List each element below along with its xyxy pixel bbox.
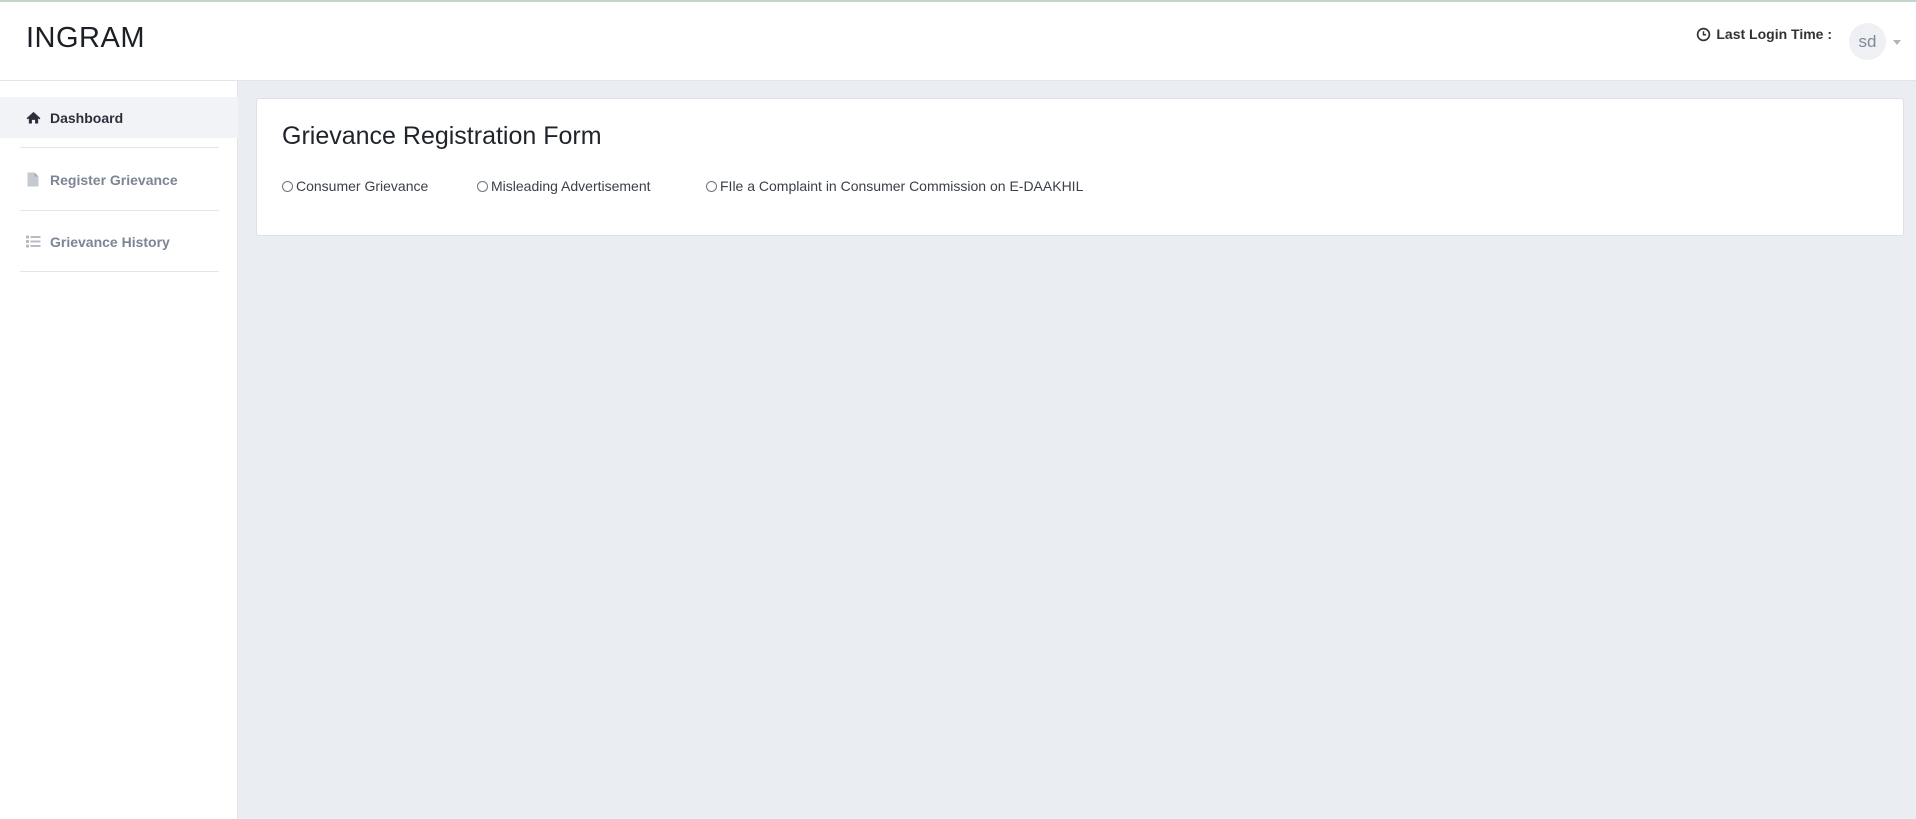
sidebar-item-label: Register Grievance	[50, 171, 178, 188]
grievance-form-card: Grievance Registration Form Consumer Gri…	[256, 98, 1904, 236]
avatar[interactable]: sd	[1849, 23, 1886, 60]
radio-button[interactable]	[706, 180, 717, 192]
last-login-info: Last Login Time :	[1696, 26, 1832, 42]
sidebar: Dashboard Register Grievance Grievance H…	[0, 81, 238, 819]
clock-icon	[1696, 27, 1711, 42]
home-icon	[25, 110, 41, 126]
e-daakhil-complaint-radio[interactable]: FIle a Complaint in Consumer Commission …	[706, 178, 1083, 194]
sidebar-divider	[20, 147, 219, 148]
sidebar-item-label: Grievance History	[50, 233, 170, 250]
misleading-advertisement-radio[interactable]: Misleading Advertisement	[477, 178, 651, 194]
last-login-label: Last Login Time :	[1716, 26, 1832, 42]
sidebar-item-grievance-history[interactable]: Grievance History	[0, 221, 238, 262]
radio-label: Misleading Advertisement	[491, 178, 651, 194]
sidebar-divider	[20, 210, 219, 211]
radio-label: Consumer Grievance	[296, 178, 429, 194]
radio-button[interactable]	[477, 180, 488, 192]
sidebar-divider	[20, 271, 219, 272]
page-title: Grievance Registration Form	[282, 122, 602, 150]
brand-logo-text[interactable]: INGRAM	[26, 22, 145, 55]
sidebar-item-label: Dashboard	[50, 109, 124, 126]
consumer-grievance-radio[interactable]: Consumer Grievance	[282, 178, 428, 194]
sidebar-item-register-grievance[interactable]: Register Grievance	[0, 159, 238, 200]
radio-label: FIle a Complaint in Consumer Commission …	[720, 178, 1084, 194]
chevron-down-icon[interactable]	[1893, 40, 1901, 45]
sidebar-item-dashboard[interactable]: Dashboard	[0, 97, 238, 138]
app-header: INGRAM Last Login Time : sd	[0, 2, 1916, 81]
radio-button[interactable]	[282, 180, 293, 192]
list-icon	[25, 234, 41, 250]
document-icon	[25, 172, 41, 188]
